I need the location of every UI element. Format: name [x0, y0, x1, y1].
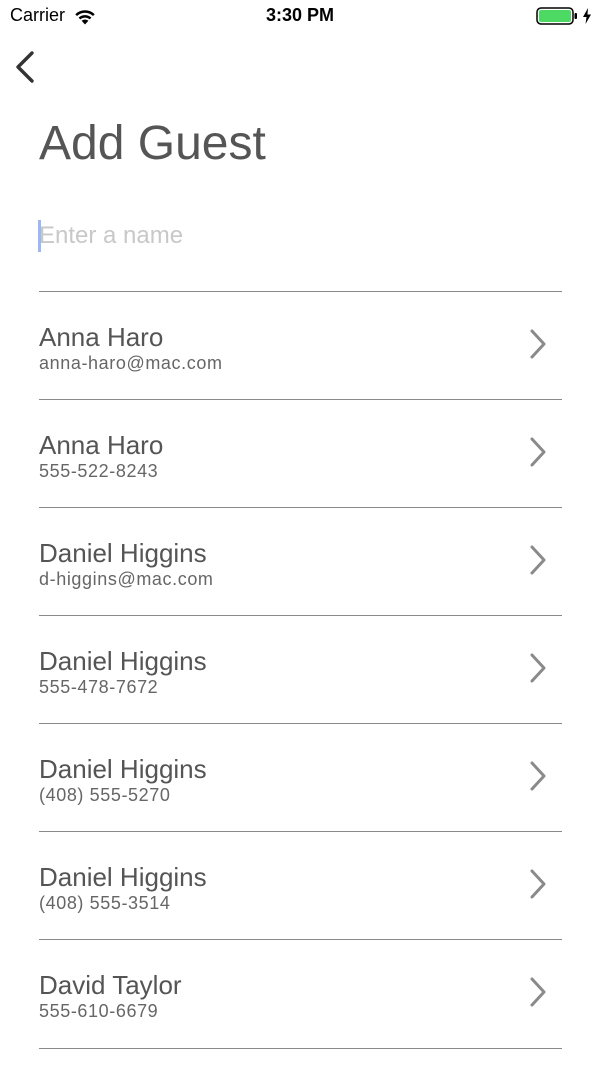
status-bar: Carrier 3:30 PM: [0, 0, 600, 34]
contact-name: Daniel Higgins: [39, 862, 207, 892]
contact-row[interactable]: Daniel Higgins d-higgins@mac.com: [39, 507, 562, 615]
contact-row[interactable]: David Taylor 555-610-6679: [39, 939, 562, 1049]
contact-name: Anna Haro: [39, 430, 164, 460]
chevron-right-icon: [528, 868, 548, 900]
contact-detail: 555-478-7672: [39, 677, 159, 697]
contact-name: Daniel Higgins: [39, 754, 207, 784]
chevron-right-icon: [528, 328, 548, 360]
contact-name: Daniel Higgins: [39, 646, 207, 676]
contact-name: Daniel Higgins: [39, 538, 207, 568]
chevron-right-icon: [528, 976, 548, 1008]
battery-indicator: [536, 6, 592, 26]
contact-row[interactable]: Daniel Higgins (408) 555-5270: [39, 723, 562, 831]
contact-row[interactable]: Anna Haro 555-522-8243: [39, 399, 562, 507]
contact-detail: (408) 555-5270: [39, 785, 171, 805]
chevron-right-icon: [528, 760, 548, 792]
charging-bolt-icon: [583, 8, 591, 24]
contact-detail: d-higgins@mac.com: [39, 569, 214, 589]
chevron-right-icon: [528, 436, 548, 468]
contact-name: Anna Haro: [39, 322, 164, 352]
contact-row[interactable]: Anna Haro anna-haro@mac.com: [39, 291, 562, 399]
chevron-right-icon: [528, 652, 548, 684]
contact-list: Anna Haro anna-haro@mac.com Anna Haro 55…: [39, 291, 562, 1049]
name-input[interactable]: [39, 214, 562, 258]
contact-detail: 555-522-8243: [39, 461, 159, 481]
page-title: Add Guest: [39, 117, 266, 170]
contact-detail: (408) 555-3514: [39, 893, 171, 913]
contact-name: David Taylor: [39, 970, 182, 1000]
battery-icon: [536, 7, 577, 25]
status-time: 3:30 PM: [265, 5, 335, 25]
back-button[interactable]: [10, 46, 44, 88]
contact-row[interactable]: Daniel Higgins (408) 555-3514: [39, 831, 562, 939]
chevron-left-icon: [16, 51, 34, 83]
chevron-right-icon: [528, 544, 548, 576]
contact-detail: anna-haro@mac.com: [39, 353, 223, 373]
contact-row[interactable]: Daniel Higgins 555-478-7672: [39, 615, 562, 723]
contact-detail: 555-610-6679: [39, 1001, 159, 1021]
